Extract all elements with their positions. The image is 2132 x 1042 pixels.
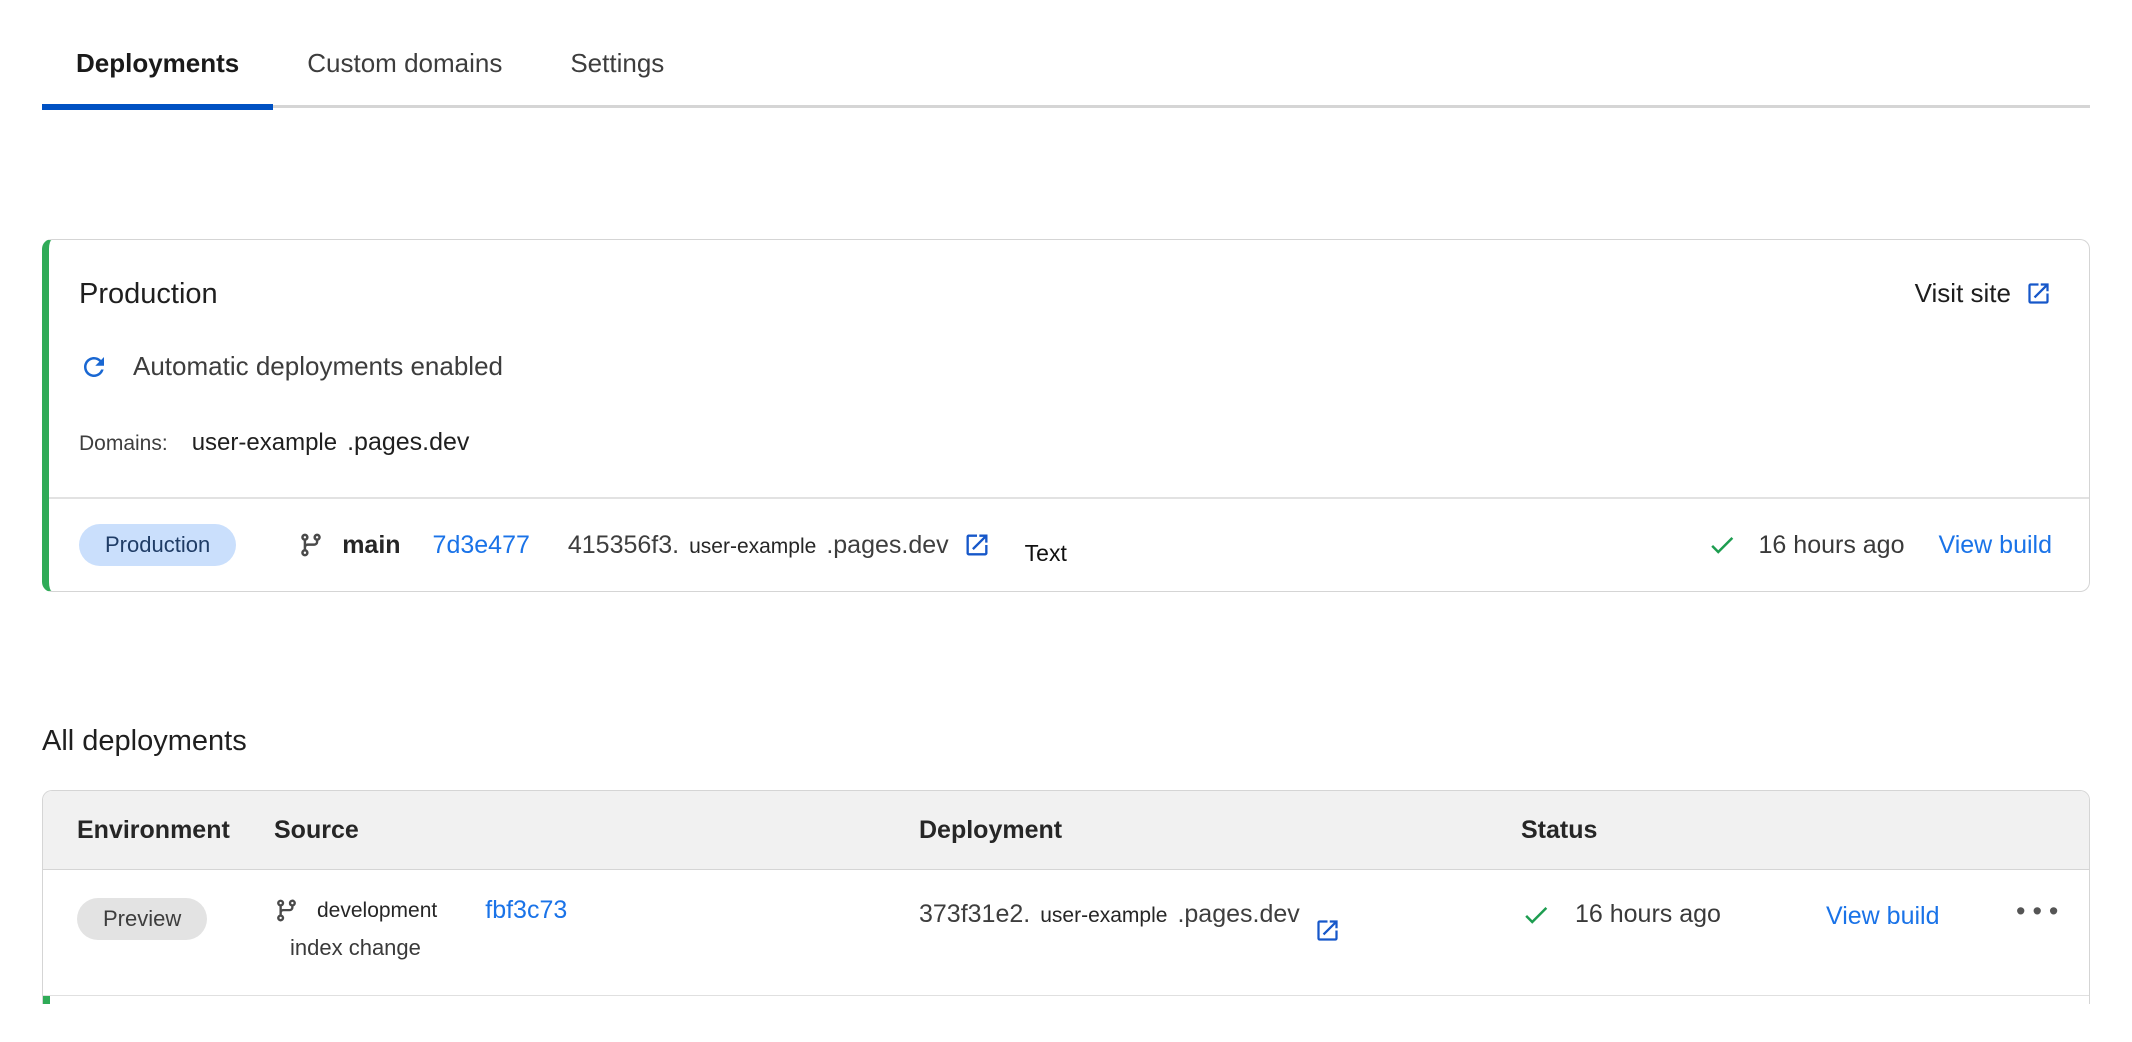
- deployment-url: 373f31e2. user-example .pages.dev: [919, 896, 1521, 961]
- check-icon: [1521, 900, 1551, 930]
- column-header-status: Status: [1521, 816, 2089, 845]
- status-time: 16 hours ago: [1759, 531, 1905, 560]
- branch-name: main: [342, 531, 400, 560]
- note-label: Text: [1025, 540, 1067, 567]
- auto-deployments-text: Automatic deployments enabled: [133, 351, 503, 382]
- commit-link[interactable]: 7d3e477: [433, 531, 530, 560]
- deployment-url-hash: 415356f3.: [568, 531, 679, 560]
- deployment-url-suffix: .pages.dev: [1177, 900, 1299, 929]
- view-build-link[interactable]: View build: [1938, 531, 2052, 560]
- refresh-icon: [79, 352, 109, 382]
- domain-subdomain: user-example: [192, 429, 337, 457]
- column-header-deployment: Deployment: [919, 816, 1521, 845]
- environment-badge: Production: [79, 524, 236, 566]
- deployment-url-subdomain: user-example: [689, 535, 816, 559]
- branch-name: development: [317, 899, 437, 923]
- environment-badge: Preview: [77, 898, 207, 940]
- view-build-link[interactable]: View build: [1826, 902, 1940, 931]
- tab-bar: Deployments Custom domains Settings: [42, 30, 2090, 108]
- column-header-source: Source: [274, 816, 919, 845]
- domain-suffix: .pages.dev: [347, 428, 469, 457]
- production-card-title: Production: [79, 278, 218, 311]
- deployment-url-suffix: .pages.dev: [826, 531, 948, 560]
- visit-site-label: Visit site: [1915, 278, 2011, 309]
- tab-settings[interactable]: Settings: [536, 30, 698, 105]
- visit-site-link[interactable]: Visit site: [1915, 278, 2052, 309]
- external-link-icon[interactable]: [1314, 917, 1341, 944]
- table-row: Preview development fbf3c73 index change…: [43, 870, 2089, 996]
- deployment-url: 415356f3. user-example .pages.dev: [568, 531, 949, 560]
- domains-label: Domains:: [79, 432, 168, 456]
- git-branch-icon: [274, 898, 299, 923]
- external-link-icon[interactable]: [963, 531, 991, 559]
- check-icon: [1707, 530, 1737, 560]
- external-link-icon: [2025, 280, 2052, 307]
- tab-custom-domains[interactable]: Custom domains: [273, 30, 536, 105]
- table-header-row: Environment Source Deployment Status: [43, 791, 2089, 870]
- all-deployments-title: All deployments: [42, 725, 2090, 758]
- status-time: 16 hours ago: [1575, 900, 1721, 929]
- deployment-url-hash: 373f31e2.: [919, 900, 1030, 929]
- column-header-environment: Environment: [77, 816, 274, 845]
- deployments-table: Environment Source Deployment Status Pre…: [42, 790, 2090, 1004]
- tab-deployments[interactable]: Deployments: [42, 30, 273, 105]
- production-deployment-row: Production main 7d3e477 415356f3. user-e…: [49, 499, 2089, 591]
- commit-message: index change: [290, 935, 421, 961]
- next-row-partial: [43, 996, 2089, 1004]
- git-branch-icon: [298, 532, 324, 558]
- production-card: Production Visit site Automatic deployme…: [42, 239, 2090, 592]
- deployment-url-subdomain: user-example: [1040, 904, 1167, 928]
- ellipsis-menu-icon[interactable]: •••: [2016, 898, 2065, 925]
- commit-link[interactable]: fbf3c73: [485, 896, 567, 925]
